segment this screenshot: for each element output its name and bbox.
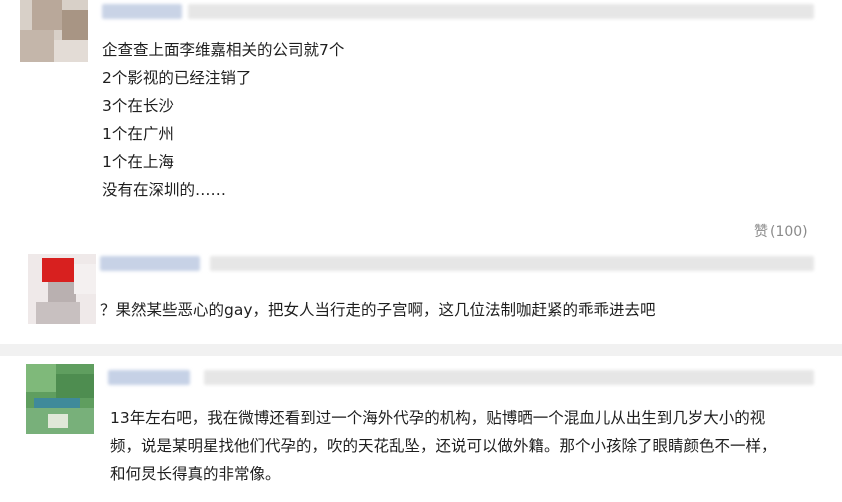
username-blurred[interactable] xyxy=(100,256,200,271)
avatar[interactable] xyxy=(20,0,88,62)
comment-3: 13年左右吧，我在微博还看到过一个海外代孕的机构，贴博晒一个混血儿从出生到几岁大… xyxy=(0,356,842,502)
comment-text-line: 频，说是某明星找他们代孕的，吹的天花乱坠，还说可以做外籍。那个小孩除了眼睛颜色不… xyxy=(110,437,777,455)
comment-text-line: 2个影视的已经注销了 xyxy=(102,69,252,87)
comment-text-line: 企查查上面李维嘉相关的公司就7个 xyxy=(102,41,345,59)
meta-blurred xyxy=(204,370,814,385)
section-divider xyxy=(0,344,842,356)
avatar[interactable] xyxy=(28,254,96,324)
comment-feed: 企查查上面李维嘉相关的公司就7个 2个影视的已经注销了 3个在长沙 1个在广州 … xyxy=(0,0,842,502)
comment-text-line: 13年左右吧，我在微博还看到过一个海外代孕的机构，贴博晒一个混血儿从出生到几岁大… xyxy=(110,409,766,427)
comment-text-line: 3个在长沙 xyxy=(102,97,174,115)
comment-1: 企查查上面李维嘉相关的公司就7个 2个影视的已经注销了 3个在长沙 1个在广州 … xyxy=(0,0,842,250)
comment-text-line: 1个在广州 xyxy=(102,125,174,143)
avatar[interactable] xyxy=(26,364,94,434)
comment-text-line: ？果然某些恶心的gay，把女人当行走的子宫啊，这几位法制咖赶紧的乖乖进去吧 xyxy=(100,301,656,319)
comment-2: ？果然某些恶心的gay，把女人当行走的子宫啊，这几位法制咖赶紧的乖乖进去吧 xyxy=(0,250,842,350)
like-icon: 赞 xyxy=(754,224,768,240)
comment-text-line: 没有在深圳的…… xyxy=(102,181,227,199)
meta-blurred xyxy=(210,256,814,271)
meta-blurred xyxy=(188,4,814,19)
comment-text-line: 1个在上海 xyxy=(102,153,174,171)
username-blurred[interactable] xyxy=(102,4,182,19)
comment-text-line: 和何炅长得真的非常像。 xyxy=(110,465,281,483)
like-count: (100) xyxy=(770,224,808,240)
like-button[interactable]: 赞 (100) xyxy=(754,221,808,241)
username-blurred[interactable] xyxy=(108,370,190,385)
